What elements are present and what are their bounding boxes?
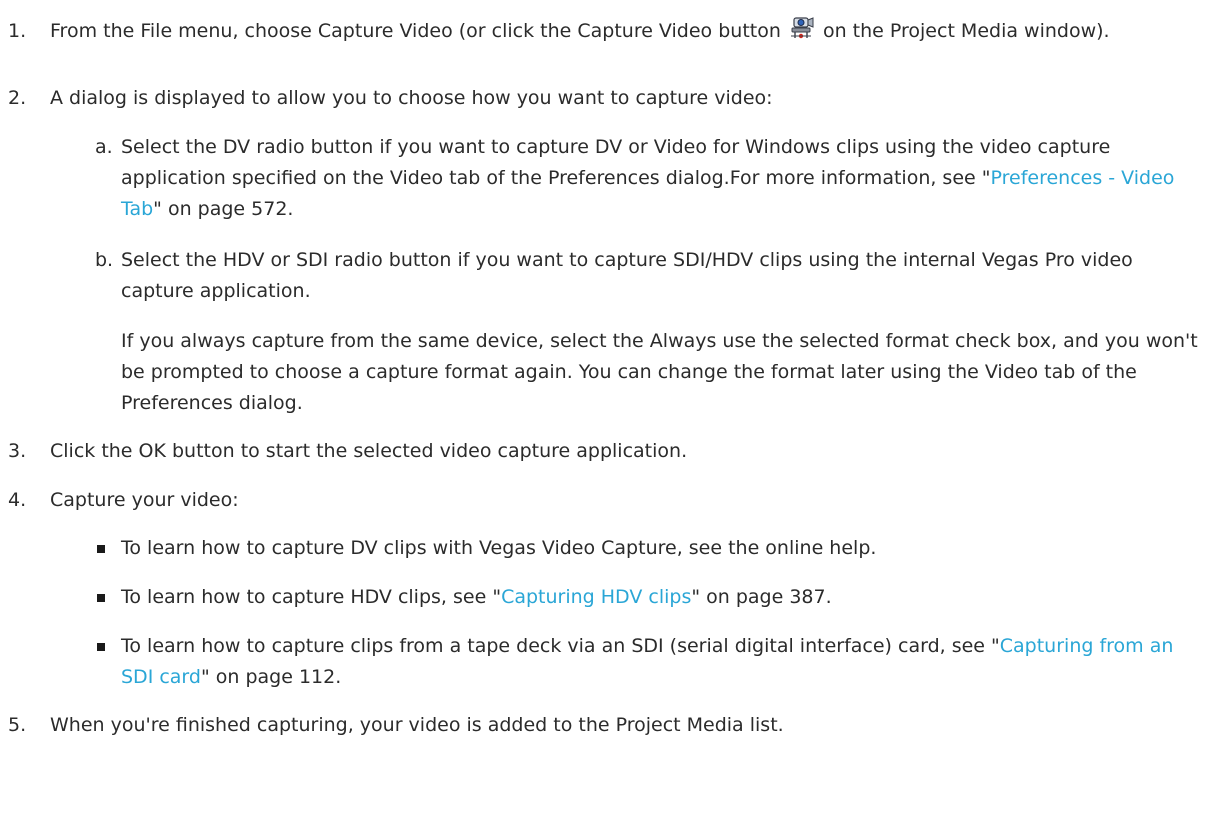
bullet-text-part: " on page 387. — [691, 586, 832, 608]
step-number: 4. — [8, 489, 27, 511]
substep-text: Select the HDV or SDI radio button if yo… — [121, 249, 1133, 302]
step-number: 2. — [8, 87, 27, 109]
bullet-text-part: To learn how to capture clips from a tap… — [121, 635, 1000, 657]
step-5: 5. When you're finished capturing, your … — [0, 710, 1210, 741]
step-text: Capture your video: — [50, 489, 239, 511]
step-text: When you're finished capturing, your vid… — [50, 714, 784, 736]
capturing-hdv-clips-link[interactable]: Capturing HDV clips — [501, 586, 691, 608]
bullet-square-icon — [97, 594, 105, 602]
bullet-item: To learn how to capture DV clips with Ve… — [95, 533, 1205, 564]
step-text: From the File menu, choose Capture Video… — [50, 16, 1210, 47]
bullet-item: To learn how to capture clips from a tap… — [95, 631, 1205, 693]
step-text-part: on the Project Media window). — [816, 20, 1110, 42]
substep-marker: b. — [95, 249, 114, 271]
step-number: 3. — [8, 440, 27, 462]
step-number: 1. — [8, 20, 27, 42]
substep-text-part: " on page 572. — [153, 198, 294, 220]
substep-note-text: If you always capture from the same devi… — [121, 330, 1198, 414]
bullet-text: To learn how to capture DV clips with Ve… — [121, 537, 877, 559]
step-3: 3. Click the OK button to start the sele… — [0, 436, 1210, 467]
bullet-square-icon — [97, 643, 105, 651]
step-1: 1. From the File menu, choose Capture Vi… — [0, 16, 1210, 47]
step-text: Click the OK button to start the selecte… — [50, 440, 688, 462]
bullet-square-icon — [97, 545, 105, 553]
step-2: 2. A dialog is displayed to allow you to… — [0, 83, 1210, 114]
bullet-text: To learn how to capture clips from a tap… — [121, 631, 1205, 693]
substep-text: Select the DV radio button if you want t… — [121, 132, 1205, 225]
step-text-part: From the File menu, choose Capture Video… — [50, 20, 787, 42]
substep-a: a. Select the DV radio button if you wan… — [95, 132, 1205, 225]
step-text: A dialog is displayed to allow you to ch… — [50, 87, 773, 109]
step-4: 4. Capture your video: — [0, 485, 1210, 516]
substep-b: b. Select the HDV or SDI radio button if… — [95, 245, 1205, 307]
substep-text-part: Select the DV radio button if you want t… — [121, 136, 1111, 189]
bullet-text-part: To learn how to capture HDV clips, see " — [121, 586, 502, 608]
substep-b-note: If you always capture from the same devi… — [95, 326, 1205, 419]
step-number: 5. — [8, 714, 27, 736]
bullet-text-part: " on page 112. — [200, 666, 342, 688]
bullet-text: To learn how to capture HDV clips, see "… — [121, 582, 1205, 613]
bullet-item: To learn how to capture HDV clips, see "… — [95, 582, 1205, 613]
substep-marker: a. — [95, 136, 113, 158]
capture-video-icon[interactable] — [789, 16, 815, 40]
